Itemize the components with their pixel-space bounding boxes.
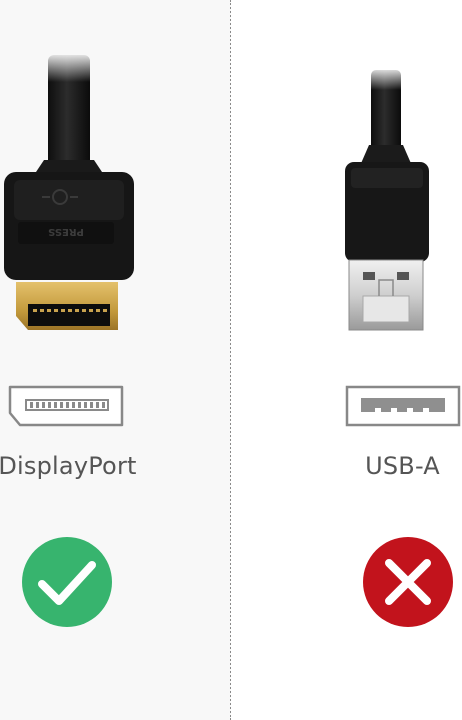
check-icon bbox=[22, 537, 112, 627]
usb-a-label: USB-A bbox=[365, 452, 440, 480]
displayport-port-icon bbox=[8, 385, 124, 427]
displayport-label: DisplayPort bbox=[0, 452, 137, 480]
usb-a-panel: USB-A bbox=[231, 0, 462, 720]
press-tab-text: PRESS bbox=[48, 226, 84, 237]
usb-a-port-icon bbox=[345, 385, 461, 427]
displayport-panel: PRESS DisplayPort bbox=[0, 0, 231, 720]
cross-icon bbox=[363, 537, 453, 627]
